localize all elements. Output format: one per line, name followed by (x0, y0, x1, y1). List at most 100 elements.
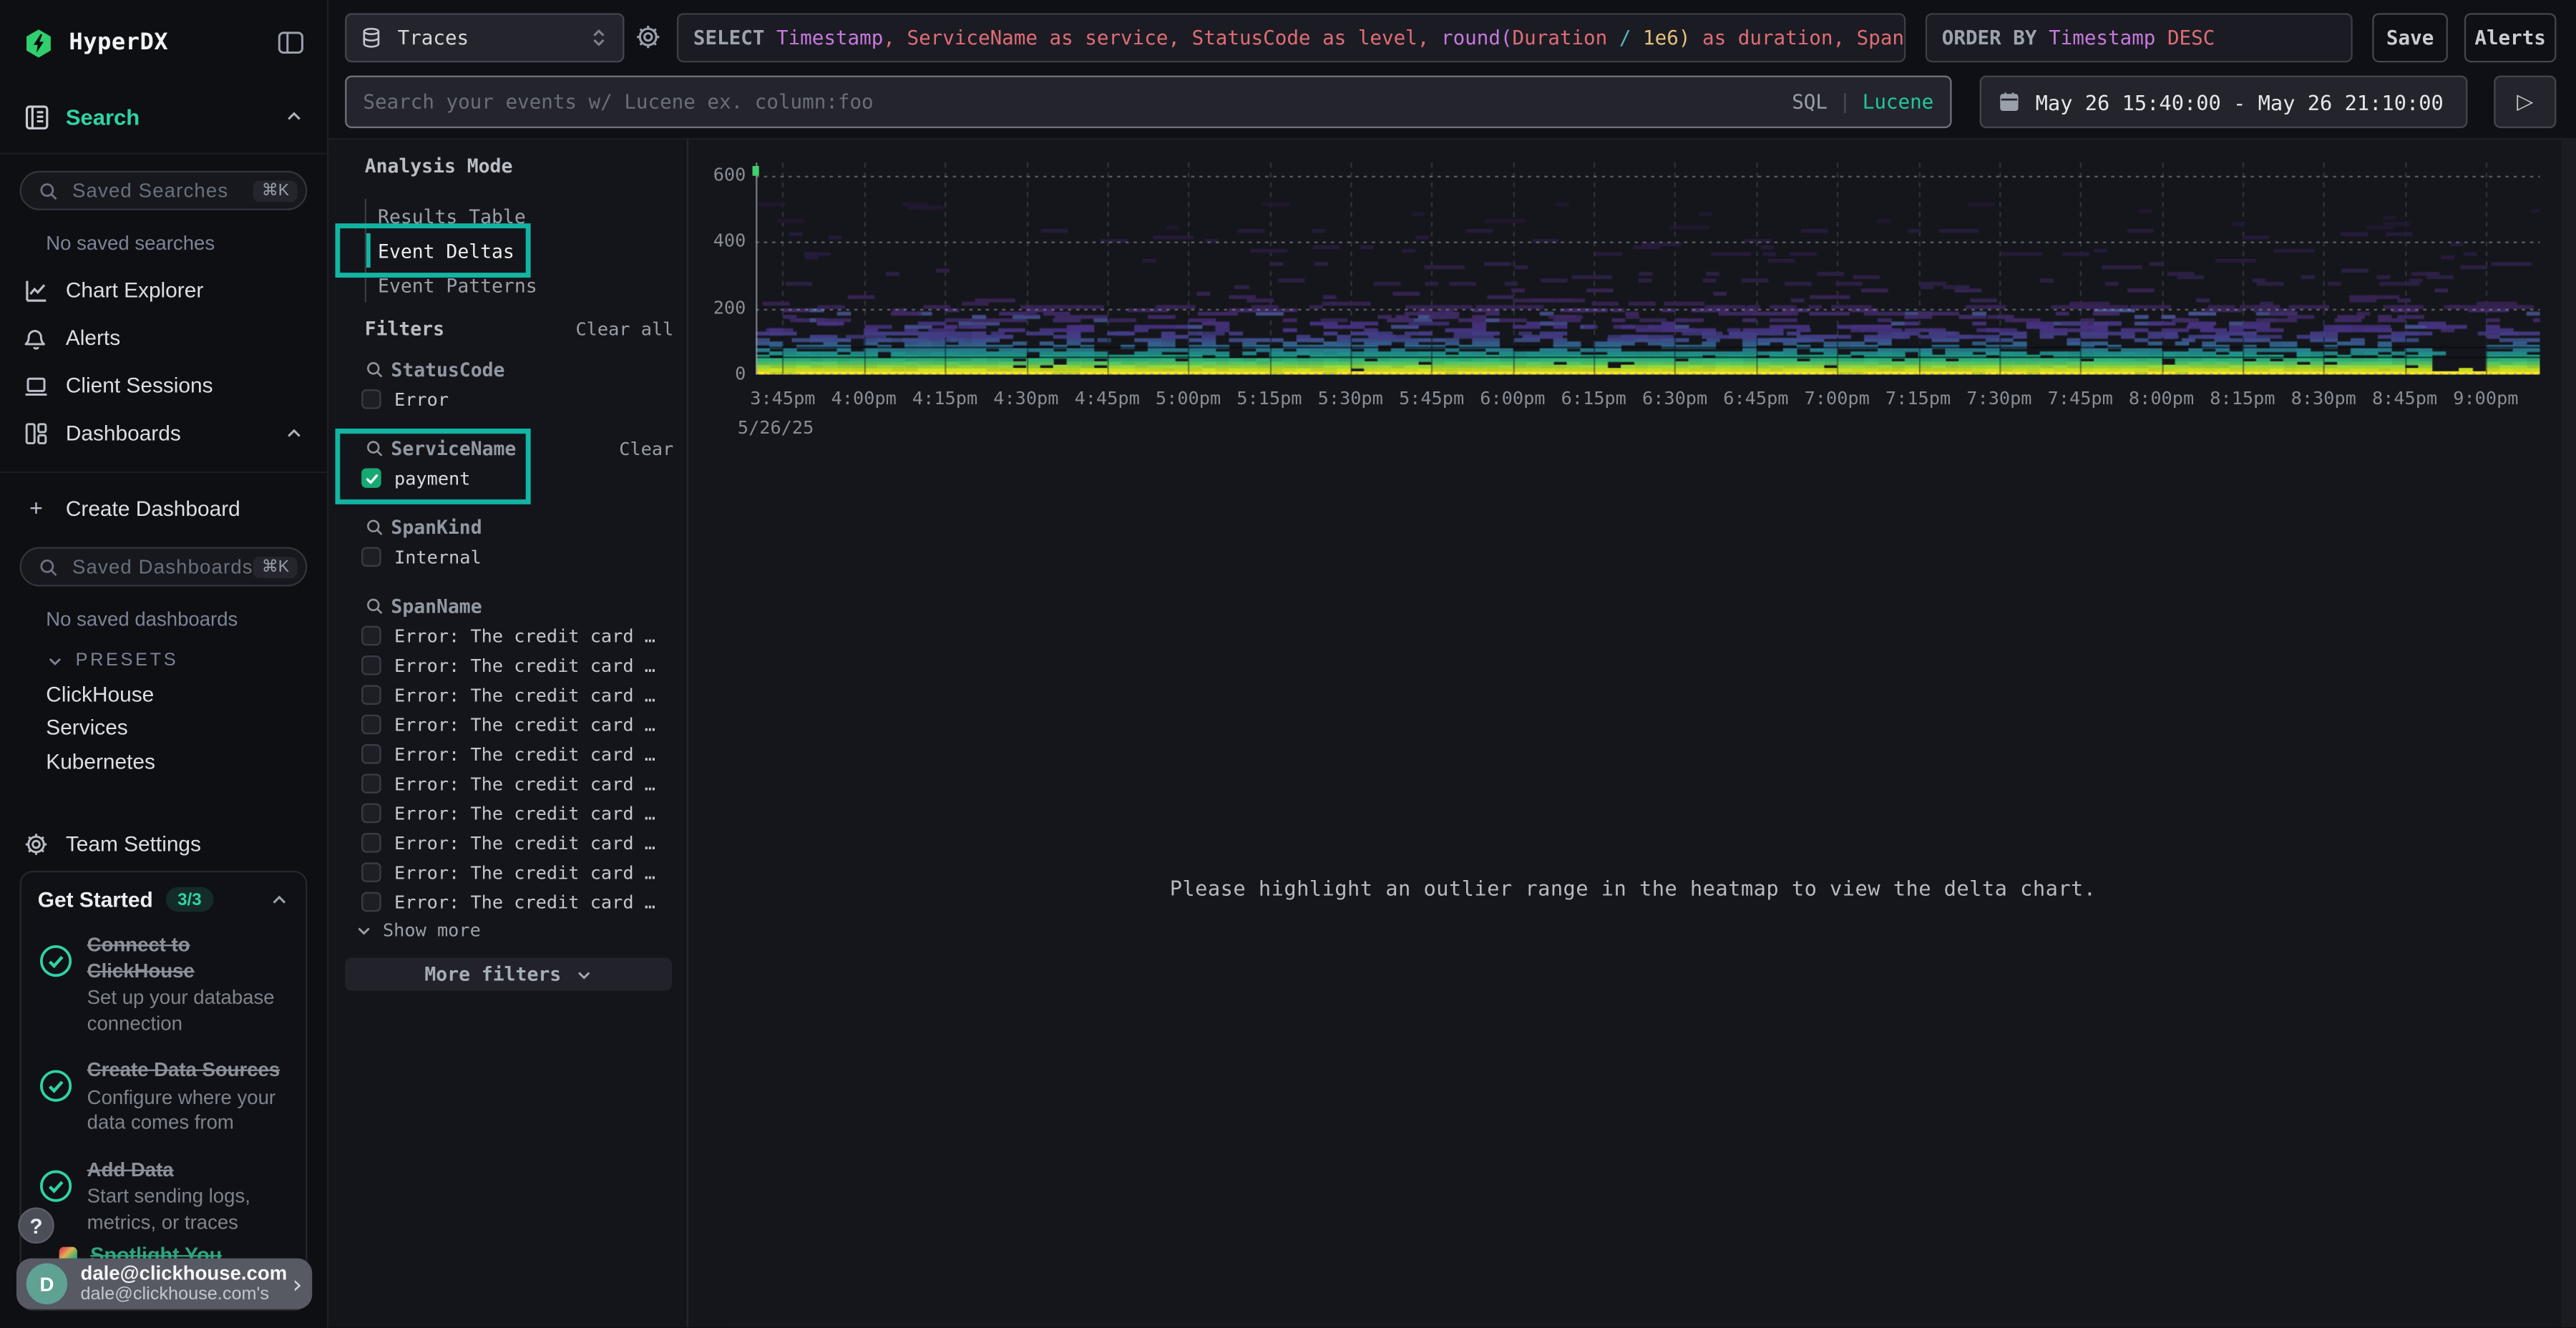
checkbox[interactable] (361, 626, 381, 646)
search-icon[interactable] (365, 360, 385, 380)
filter-option-label: Error (394, 389, 449, 410)
clear-filter-link[interactable]: Clear (619, 438, 673, 459)
preset-item-clickhouse[interactable]: ClickHouse (0, 677, 327, 711)
main-content: 0200400600 3:45pm4:00pm4:15pm4:30pm4:45p… (690, 140, 2576, 1327)
checkbox-checked[interactable] (361, 468, 381, 488)
show-more-label: Show more (383, 920, 481, 942)
filter-option-error-the-credit-card[interactable]: Error: The credit card … (328, 680, 687, 710)
x-tick-label: 9:00pm (2453, 388, 2518, 409)
source-select[interactable]: Traces (345, 13, 624, 62)
sidebar-item-chart-explorer[interactable]: Chart Explorer (0, 266, 327, 314)
filter-option-error-the-credit-card[interactable]: Error: The credit card … (328, 857, 687, 887)
show-more-link[interactable]: Show more (355, 920, 481, 942)
checkbox[interactable] (361, 892, 381, 912)
filter-groups: StatusCodeErrorServiceNameClearpaymentSp… (328, 355, 687, 937)
checkbox[interactable] (361, 804, 381, 824)
preset-item-kubernetes[interactable]: Kubernetes (0, 744, 327, 778)
filter-option-error-the-credit-card[interactable]: Error: The credit card … (328, 799, 687, 828)
checkbox[interactable] (361, 833, 381, 853)
sql-select-editor[interactable]: SELECT Timestamp, ServiceName as service… (677, 13, 1906, 62)
analysis-mode-tab-event-patterns[interactable]: Event Patterns (366, 268, 660, 302)
saved-searches-input[interactable]: Saved Searches ⌘K (20, 171, 308, 210)
search-icon[interactable] (365, 439, 385, 459)
language-toggle[interactable]: SQL | Lucene (1792, 90, 1933, 113)
get-started-header[interactable]: Get Started 3/3 (38, 887, 289, 912)
search-icon[interactable] (365, 596, 385, 616)
search-icon[interactable] (365, 517, 385, 537)
delta-chart-empty-message: Please highlight an outlier range in the… (690, 876, 2576, 900)
grid-icon (23, 420, 49, 446)
filter-option-label: Error: The credit card … (394, 861, 655, 883)
source-settings-gear-icon[interactable] (634, 23, 662, 51)
create-dashboard-button[interactable]: + Create Dashboard (0, 484, 327, 530)
analysis-mode-tab-event-deltas[interactable]: Event Deltas (366, 233, 660, 268)
more-filters-label: More filters (424, 962, 561, 985)
filter-option-error-the-credit-card[interactable]: Error: The credit card … (328, 768, 687, 798)
collapse-sidebar-icon[interactable] (278, 31, 304, 54)
presets-toggle[interactable]: PRESETS (46, 650, 327, 670)
duration-heatmap-chart[interactable] (756, 162, 2540, 374)
scrollbar[interactable] (2561, 140, 2576, 1327)
lucene-toggle[interactable]: Lucene (1863, 90, 1934, 113)
clear-all-filters-link[interactable]: Clear all (575, 318, 673, 339)
get-started-item-create-data-sources[interactable]: Create Data SourcesConfigure where your … (38, 1058, 289, 1136)
filter-option-internal[interactable]: Internal (328, 542, 687, 572)
chevron-up-icon[interactable] (270, 889, 290, 909)
filter-option-error-the-credit-card[interactable]: Error: The credit card … (328, 739, 687, 768)
more-filters-button[interactable]: More filters (345, 958, 672, 991)
x-tick-label: 4:45pm (1075, 388, 1140, 409)
sidebar-item-search[interactable]: Search (0, 95, 327, 138)
checkbox[interactable] (361, 773, 381, 794)
get-started-item-title: Add Data (87, 1157, 289, 1183)
filter-option-error[interactable]: Error (328, 384, 687, 414)
user-info: dale@clickhouse.com dale@clickhouse.com'… (80, 1264, 287, 1304)
hyperdx-app: HyperDX Search Saved Searches ⌘K No save… (0, 0, 2576, 1327)
user-subtitle: dale@clickhouse.com's (80, 1284, 287, 1304)
filter-option-error-the-credit-card[interactable]: Error: The credit card … (328, 710, 687, 739)
chevron-up-icon[interactable] (284, 423, 304, 443)
sidebar-item-dashboards[interactable]: Dashboards (0, 409, 327, 457)
get-started-item-desc: Start sending logs, metrics, or traces (87, 1184, 289, 1235)
sidebar-item-team-settings[interactable]: Team Settings (0, 821, 327, 866)
sidebar-item-alerts[interactable]: Alerts (0, 314, 327, 362)
filter-option-error-the-credit-card[interactable]: Error: The credit card … (328, 887, 687, 917)
sql-toggle[interactable]: SQL (1792, 90, 1828, 113)
filter-option-error-the-credit-card[interactable]: Error: The credit card … (328, 621, 687, 650)
filter-option-error-the-credit-card[interactable]: Error: The credit card … (328, 650, 687, 680)
checkbox[interactable] (361, 655, 381, 675)
filter-option-error-the-credit-card[interactable]: Error: The credit card … (328, 828, 687, 857)
saved-dashboards-input[interactable]: Saved Dashboards ⌘K (20, 547, 308, 587)
shortcut-badge: ⌘K (253, 180, 297, 201)
user-menu[interactable]: D dale@clickhouse.com dale@clickhouse.co… (16, 1259, 312, 1309)
checkbox[interactable] (361, 547, 381, 567)
search-icon (38, 556, 59, 577)
get-started-title: Get Started (38, 887, 153, 912)
save-button[interactable]: Save (2372, 13, 2448, 62)
filter-panel: Analysis Mode Results TableEvent DeltasE… (328, 140, 688, 1327)
hyperdx-logo-icon (23, 27, 54, 59)
alerts-button[interactable]: Alerts (2464, 13, 2557, 62)
checkbox[interactable] (361, 389, 381, 409)
filter-group-header: SpanName (328, 592, 687, 621)
preset-item-services[interactable]: Services (0, 711, 327, 744)
get-started-item-connect-to-clickhouse[interactable]: Connect to ClickHouseSet up your databas… (38, 933, 289, 1037)
sidebar-divider (0, 472, 327, 473)
get-started-item-add-data[interactable]: Add DataStart sending logs, metrics, or … (38, 1157, 289, 1235)
order-by-editor[interactable]: ORDER BY Timestamp DESC (1926, 13, 2353, 62)
filters-header: Filters Clear all (328, 317, 687, 340)
checkbox[interactable] (361, 685, 381, 705)
run-search-button[interactable]: ▷ (2494, 76, 2556, 128)
analysis-mode-tab-results-table[interactable]: Results Table (366, 199, 660, 233)
get-started-item-title: Connect to ClickHouse (87, 933, 289, 984)
plus-icon: + (23, 494, 49, 521)
checkbox[interactable] (361, 744, 381, 764)
filter-option-payment[interactable]: payment (328, 463, 687, 492)
checkbox[interactable] (361, 715, 381, 735)
sidebar-item-client-sessions[interactable]: Client Sessions (0, 361, 327, 409)
search-input[interactable]: Search your events w/ Lucene ex. column:… (345, 76, 1951, 128)
help-button[interactable]: ? (18, 1207, 54, 1244)
checkbox[interactable] (361, 862, 381, 882)
chevron-up-icon[interactable] (284, 107, 304, 127)
time-range-picker[interactable]: May 26 15:40:00 - May 26 21:10:00 (1980, 76, 2468, 128)
no-saved-dashboards-text: No saved dashboards (46, 607, 327, 630)
